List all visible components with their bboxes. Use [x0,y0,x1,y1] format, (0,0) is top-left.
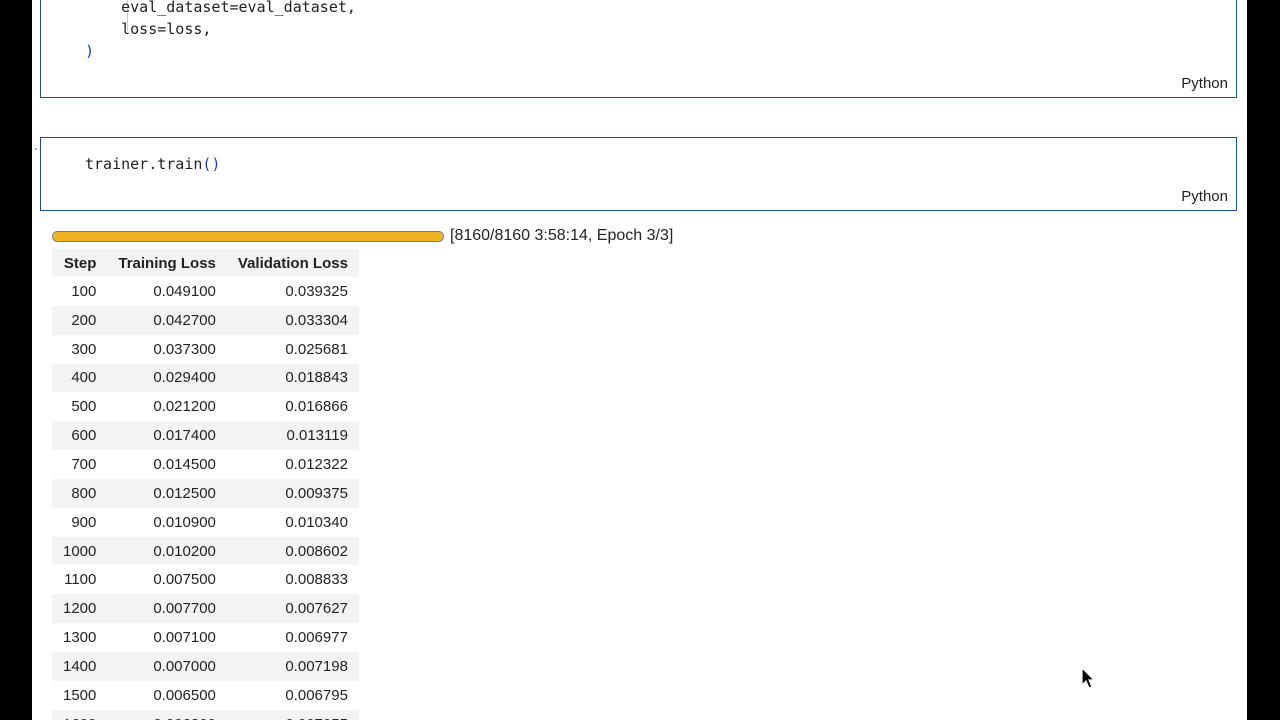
cell-step: 1500 [63,686,97,704]
code-line-close-paren: ) [85,42,95,60]
header-step: Step [52,249,108,277]
cell-step: 200 [52,305,108,335]
code-cell-trainer-config[interactable]: eval_dataset=eval_dataset, loss=loss, ) … [40,0,1237,98]
code-call: trainer.train [85,155,203,173]
cell-training-loss: 0.042700 [107,305,227,335]
cell-step: 600 [52,421,108,451]
cell-training-loss: 0.007000 [107,651,227,681]
code-line-trainer-train: trainer.train() [85,153,220,175]
cell-training-loss: 0.012500 [107,478,227,508]
header-training-loss: Training Loss [107,249,227,277]
progress-status-text: [8160/8160 3:58:14, Epoch 3/3] [450,227,674,244]
cell-validation-loss: 0.008833 [285,571,348,589]
cell-training-loss: 0.029400 [107,363,227,393]
cell-training-loss: 0.007500 [153,571,216,589]
table-row: 400 0.029400 0.018843 [52,363,359,393]
cell-language-label[interactable]: Python [1181,75,1228,92]
table-row: 600 0.017400 0.013119 [52,421,359,451]
cell-step: 700 [71,455,97,473]
mouse-pointer-icon [1081,667,1096,689]
cell-step: 1600 [52,709,108,720]
cell-training-loss: 0.007700 [107,594,227,624]
table-row: 1200 0.007700 0.007627 [52,594,359,624]
cell-validation-loss: 0.006795 [285,686,348,704]
header-validation-loss: Validation Loss [226,249,359,277]
cell-step: 300 [71,340,97,358]
cell-output: [8160/8160 3:58:14, Epoch 3/3] Step Trai… [52,226,673,720]
cell-validation-loss: 0.007055 [226,709,359,720]
cell-training-loss: 0.049100 [153,282,216,300]
metrics-table: Step Training Loss Validation Loss 100 0.… [52,249,359,720]
cell-training-loss: 0.006500 [153,686,216,704]
cell-training-loss: 0.017400 [107,421,227,451]
cell-step: 1000 [52,536,108,566]
code-parens: () [202,155,221,173]
table-row: 300 0.037300 0.025681 [52,335,359,364]
notebook-page: eval_dataset=eval_dataset, loss=loss, ) … [32,0,1247,720]
cell-language-label[interactable]: Python [1181,188,1228,205]
table-row: 16000.0063000.007055 [52,709,359,720]
table-row: 700 0.014500 0.012322 [52,450,359,479]
training-progress: [8160/8160 3:58:14, Epoch 3/3] [52,226,673,246]
table-row: 900 0.010900 0.010340 [52,508,359,537]
cell-validation-loss: 0.007627 [226,594,359,624]
cell-validation-loss: 0.007198 [226,651,359,681]
table-row: 1300 0.007100 0.006977 [52,623,359,652]
code-line-eval-dataset: eval_dataset=eval_dataset, [85,0,356,16]
code-cell-train[interactable]: trainer.train() Python [40,137,1237,211]
cell-step: 800 [52,478,108,508]
cell-validation-loss: 0.018843 [226,363,359,393]
cell-validation-loss: 0.025681 [285,340,348,358]
cell-step: 1100 [64,571,97,589]
progress-bar [52,230,444,242]
cell-step: 1300 [63,629,97,647]
table-row: 500 0.021200 0.016866 [52,392,359,421]
cell-training-loss: 0.021200 [153,398,216,416]
cell-validation-loss: 0.010340 [285,513,348,531]
table-row: 1000 0.010200 0.008602 [52,536,359,566]
table-row: 800 0.012500 0.009375 [52,478,359,508]
cell-training-loss: 0.037300 [153,340,216,358]
cell-training-loss: 0.006300 [107,709,227,720]
table-row: 1500 0.006500 0.006795 [52,681,359,710]
cell-step: 400 [52,363,108,393]
cell-training-loss: 0.010200 [107,536,227,566]
cell-validation-loss: 0.013119 [226,421,359,451]
cell-training-loss: 0.007100 [153,629,216,647]
cell-validation-loss: 0.008602 [226,536,359,566]
cell-step: 1200 [52,594,108,624]
cell-validation-loss: 0.039325 [285,282,348,300]
progress-bar-fill [53,231,443,241]
table-row: 1400 0.007000 0.007198 [52,651,359,681]
cell-validation-loss: 0.006977 [285,629,348,647]
cell-validation-loss: 0.033304 [226,305,359,335]
code-line-loss: loss=loss, [85,20,212,38]
cell-validation-loss: 0.009375 [226,478,359,508]
cell-validation-loss: 0.016866 [285,398,348,416]
cell-step: 900 [71,513,97,531]
table-row: 100 0.049100 0.039325 [52,277,359,306]
cell-training-loss: 0.010900 [153,513,216,531]
metrics-body: 100 0.049100 0.039325 200 0.042700 0.033304 30… [52,277,359,720]
cell-step: 100 [71,282,97,300]
cell-validation-loss: 0.012322 [285,455,348,473]
cell-training-loss: 0.014500 [153,455,216,473]
table-row: 200 0.042700 0.033304 [52,305,359,335]
cell-step: 500 [71,398,97,416]
table-row: 1100 0.007500 0.008833 [52,565,359,594]
cell-step: 1400 [52,651,108,681]
metrics-header-row: Step Training Loss Validation Loss [52,249,359,277]
cell-execution-marker: ` [34,146,38,160]
